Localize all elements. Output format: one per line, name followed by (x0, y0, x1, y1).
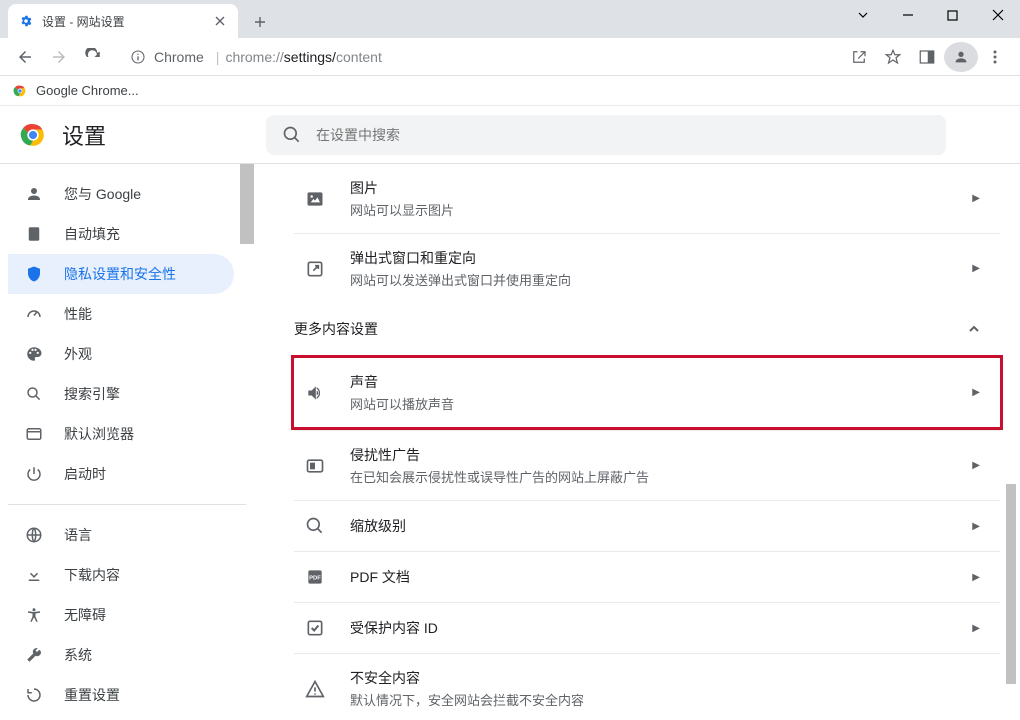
side-panel-icon[interactable] (910, 42, 944, 72)
chevron-up-icon (968, 323, 980, 335)
section-more-content[interactable]: 更多内容设置 (294, 303, 1000, 355)
reload-button[interactable] (76, 42, 110, 72)
ads-icon (304, 455, 326, 477)
search-icon (24, 384, 44, 404)
person-icon (24, 184, 44, 204)
search-icon (282, 125, 302, 145)
chevron-right-icon: ▶ (972, 193, 980, 204)
chevron-right-icon: ▶ (972, 387, 980, 398)
sidebar-item-search-engine[interactable]: 搜索引擎 (8, 374, 234, 414)
sidebar-item-downloads[interactable]: 下载内容 (8, 555, 234, 595)
minimize-button[interactable] (885, 0, 930, 30)
back-button[interactable] (8, 42, 42, 72)
svg-text:PDF: PDF (309, 576, 321, 582)
power-icon (24, 464, 44, 484)
palette-icon (24, 344, 44, 364)
row-popups[interactable]: 弹出式窗口和重定向网站可以发送弹出式窗口并使用重定向 ▶ (294, 234, 1000, 303)
chrome-logo-icon (20, 122, 46, 148)
sidebar-item-appearance[interactable]: 外观 (8, 334, 234, 374)
chevron-right-icon: ▶ (972, 572, 980, 583)
popup-icon (304, 258, 326, 280)
share-icon[interactable] (842, 42, 876, 72)
warning-icon (304, 678, 326, 700)
site-info-icon (130, 49, 146, 65)
address-bar[interactable]: Chrome | chrome://settings/content (118, 42, 834, 72)
window-controls (840, 0, 1020, 30)
row-ads[interactable]: 侵扰性广告在已知会展示侵扰性或误导性广告的网站上屏蔽广告 ▶ (294, 431, 1000, 500)
download-icon (24, 565, 44, 585)
row-protected-content[interactable]: 受保护内容 ID ▶ (294, 603, 1000, 653)
sidebar-item-autofill[interactable]: 自动填充 (8, 214, 234, 254)
image-icon (304, 188, 326, 210)
chevron-right-icon: ▶ (972, 521, 980, 532)
speedometer-icon (24, 304, 44, 324)
bookmark-icon[interactable] (876, 42, 910, 72)
url-path2: content (336, 49, 382, 65)
sound-icon (304, 382, 326, 404)
row-sound[interactable]: 声音网站可以播放声音 ▶ (294, 358, 1000, 427)
chevron-right-icon: ▶ (972, 460, 980, 471)
sidebar-item-you-and-google[interactable]: 您与 Google (8, 174, 234, 214)
row-zoom[interactable]: 缩放级别 ▶ (294, 501, 1000, 551)
row-pdf[interactable]: PDF PDF 文档 ▶ (294, 552, 1000, 602)
profile-button[interactable] (944, 42, 978, 72)
sidebar-item-on-startup[interactable]: 启动时 (8, 454, 234, 494)
row-images[interactable]: 图片网站可以显示图片 ▶ (294, 164, 1000, 233)
settings-content: 图片网站可以显示图片 ▶ 弹出式窗口和重定向网站可以发送弹出式窗口并使用重定向 … (254, 164, 1020, 720)
menu-icon[interactable] (978, 42, 1012, 72)
accessibility-icon (24, 605, 44, 625)
checkbox-icon (304, 617, 326, 639)
close-button[interactable] (975, 0, 1020, 30)
globe-icon (24, 525, 44, 545)
sidebar-item-performance[interactable]: 性能 (8, 294, 234, 334)
bookmarks-bar: Google Chrome... (0, 76, 1020, 106)
gear-icon (18, 13, 34, 29)
settings-search[interactable] (266, 115, 946, 155)
pdf-icon: PDF (304, 566, 326, 588)
clipboard-icon (24, 224, 44, 244)
avatar-icon (944, 42, 978, 72)
browser-toolbar: Chrome | chrome://settings/content (0, 38, 1020, 76)
chrome-icon (12, 83, 28, 99)
forward-button[interactable] (42, 42, 76, 72)
window-titlebar: 设置 - 网站设置 (0, 0, 1020, 38)
page-title: 设置 (62, 119, 106, 151)
url-host: chrome:// (225, 49, 283, 65)
zoom-icon (304, 515, 326, 537)
maximize-button[interactable] (930, 0, 975, 30)
close-icon[interactable] (212, 13, 228, 29)
sidebar-item-languages[interactable]: 语言 (8, 515, 234, 555)
restore-icon (24, 685, 44, 705)
url-scheme-label: Chrome (154, 49, 204, 65)
search-input[interactable] (316, 127, 930, 143)
settings-header: 设置 (0, 106, 1020, 164)
row-insecure-content[interactable]: 不安全内容默认情况下，安全网站会拦截不安全内容 (294, 654, 1000, 720)
sidebar-item-reset[interactable]: 重置设置 (8, 675, 234, 715)
wrench-icon (24, 645, 44, 665)
browser-icon (24, 424, 44, 444)
sidebar-item-default-browser[interactable]: 默认浏览器 (8, 414, 234, 454)
url-path1: settings/ (284, 49, 336, 65)
shield-icon (24, 264, 44, 284)
bookmark-item[interactable]: Google Chrome... (36, 83, 139, 98)
sidebar-item-accessibility[interactable]: 无障碍 (8, 595, 234, 635)
sidebar-item-system[interactable]: 系统 (8, 635, 234, 675)
sidebar-scrollbar[interactable] (240, 164, 254, 244)
browser-tab[interactable]: 设置 - 网站设置 (8, 4, 238, 38)
dropdown-icon[interactable] (840, 0, 885, 30)
new-tab-button[interactable] (246, 8, 274, 36)
sidebar-item-privacy-security[interactable]: 隐私设置和安全性 (8, 254, 234, 294)
chevron-right-icon: ▶ (972, 263, 980, 274)
chevron-right-icon: ▶ (972, 623, 980, 634)
tab-title: 设置 - 网站设置 (42, 13, 125, 30)
content-scrollbar[interactable] (1006, 484, 1016, 684)
settings-sidebar: 您与 Google 自动填充 隐私设置和安全性 性能 外观 搜索引擎 默认浏览器… (0, 164, 254, 720)
